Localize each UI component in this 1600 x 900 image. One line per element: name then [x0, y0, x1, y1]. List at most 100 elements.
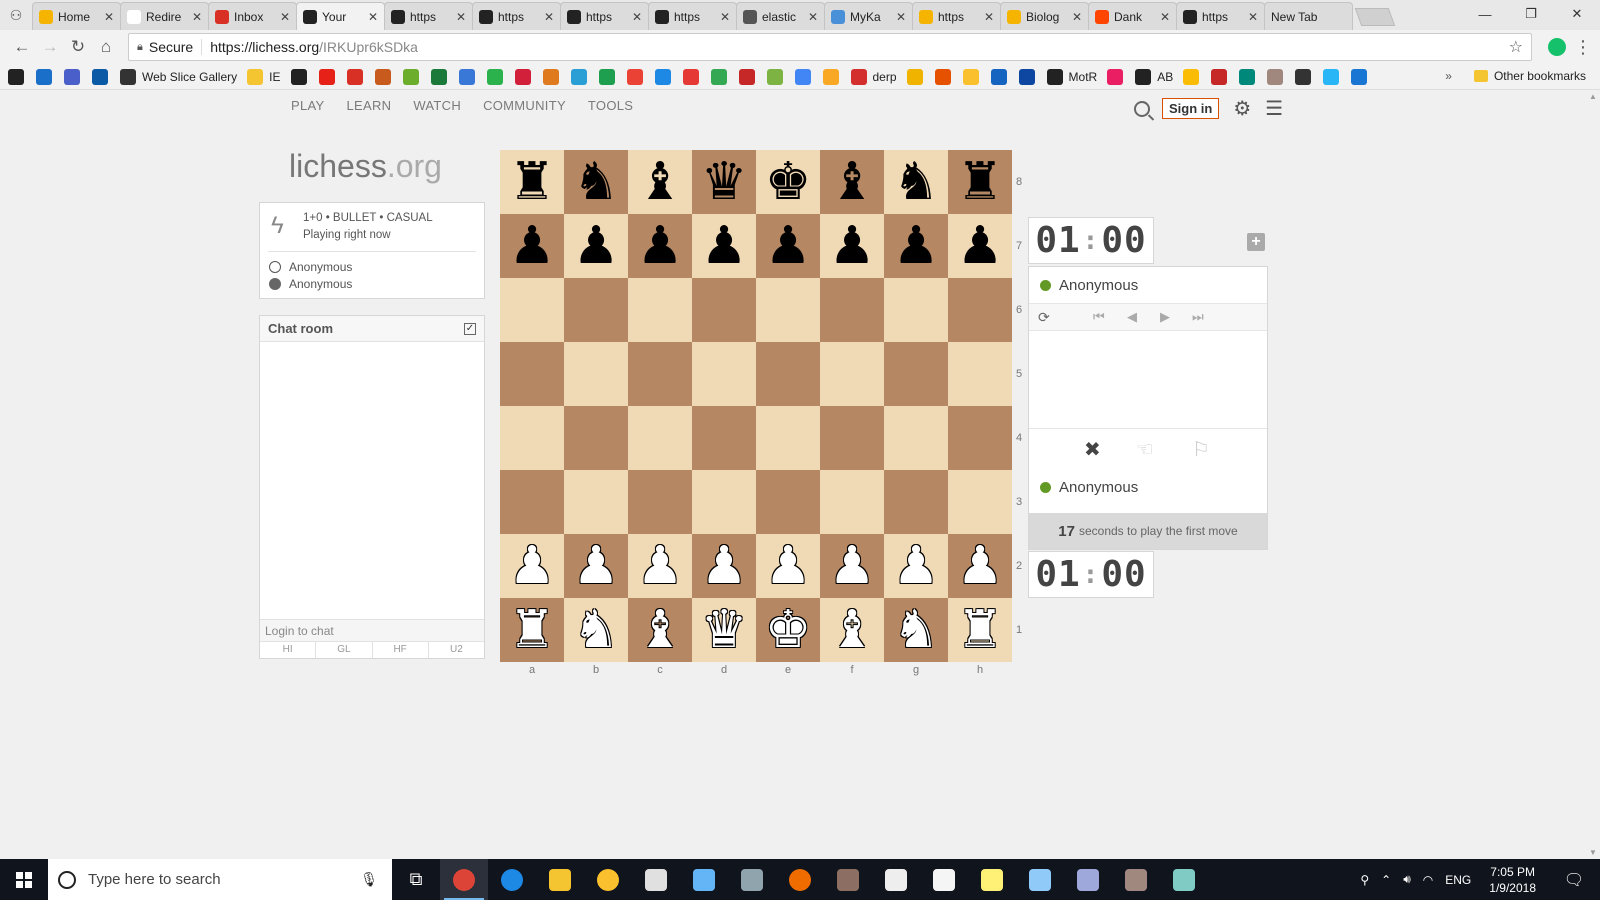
- black-bishop-icon[interactable]: ♝: [637, 156, 684, 208]
- calculator-taskbar-icon[interactable]: [872, 859, 920, 900]
- other-bookmarks[interactable]: Other bookmarks: [1494, 69, 1586, 83]
- firefox-taskbar-icon[interactable]: [776, 859, 824, 900]
- black-bishop-icon[interactable]: ♝: [829, 156, 876, 208]
- square-c1[interactable]: ♝: [628, 598, 692, 662]
- bookmark-icon[interactable]: [1239, 68, 1256, 85]
- black-rook-icon[interactable]: ♜: [957, 156, 1004, 208]
- youtube-bookmark-icon[interactable]: [318, 68, 335, 85]
- browser-menu-icon[interactable]: ⋮: [1574, 37, 1592, 58]
- square-b4[interactable]: [564, 406, 628, 470]
- square-g8[interactable]: ♞: [884, 150, 948, 214]
- black-pawn-icon[interactable]: ♟: [509, 220, 556, 272]
- square-b8[interactable]: ♞: [564, 150, 628, 214]
- chrome-taskbar-icon[interactable]: [440, 859, 488, 900]
- square-b7[interactable]: ♟: [564, 214, 628, 278]
- close-tab-icon[interactable]: ✕: [896, 10, 906, 24]
- close-tab-icon[interactable]: ✕: [280, 10, 290, 24]
- square-c3[interactable]: [628, 470, 692, 534]
- volume-icon[interactable]: 🔊︎: [1403, 872, 1411, 887]
- square-a1[interactable]: ♜: [500, 598, 564, 662]
- abort-game-icon[interactable]: ✖: [1084, 437, 1101, 462]
- square-b3[interactable]: [564, 470, 628, 534]
- chat-input[interactable]: Login to chat: [260, 619, 484, 641]
- start-button[interactable]: [0, 859, 48, 900]
- square-c2[interactable]: ♟: [628, 534, 692, 598]
- square-d2[interactable]: ♟: [692, 534, 756, 598]
- nav-tools[interactable]: TOOLS: [588, 98, 633, 113]
- white-king-icon[interactable]: ♚: [765, 604, 812, 656]
- photos-taskbar-icon[interactable]: [1064, 859, 1112, 900]
- square-h8[interactable]: ♜: [948, 150, 1012, 214]
- flip-board-icon[interactable]: ⟳: [1038, 309, 1050, 326]
- bookmark-icon[interactable]: [934, 68, 951, 85]
- store-taskbar-icon[interactable]: [632, 859, 680, 900]
- resign-flag-icon[interactable]: ⚐: [1192, 437, 1210, 462]
- white-pawn-icon[interactable]: ♟: [637, 540, 684, 592]
- new-tab-button[interactable]: [1354, 8, 1396, 26]
- white-pawn-icon[interactable]: ♟: [829, 540, 876, 592]
- square-f6[interactable]: [820, 278, 884, 342]
- square-e2[interactable]: ♟: [756, 534, 820, 598]
- square-c8[interactable]: ♝: [628, 150, 692, 214]
- square-h1[interactable]: ♜: [948, 598, 1012, 662]
- square-a5[interactable]: [500, 342, 564, 406]
- file-explorer-taskbar-icon[interactable]: [536, 859, 584, 900]
- bookmark-icon[interactable]: [822, 68, 839, 85]
- app-taskbar-icon[interactable]: [1112, 859, 1160, 900]
- black-king-icon[interactable]: ♚: [765, 156, 812, 208]
- square-a8[interactable]: ♜: [500, 150, 564, 214]
- app-taskbar-icon[interactable]: [824, 859, 872, 900]
- square-c7[interactable]: ♟: [628, 214, 692, 278]
- square-c6[interactable]: [628, 278, 692, 342]
- square-a6[interactable]: [500, 278, 564, 342]
- search-icon[interactable]: [1134, 100, 1150, 117]
- square-b5[interactable]: [564, 342, 628, 406]
- gmail-bookmark-icon[interactable]: [346, 68, 363, 85]
- first-move-icon[interactable]: ⏮: [1093, 309, 1105, 325]
- white-pawn-icon[interactable]: ♟: [573, 540, 620, 592]
- white-queen-icon[interactable]: ♛: [701, 604, 748, 656]
- white-bishop-icon[interactable]: ♝: [637, 604, 684, 656]
- home-icon[interactable]: ⌂: [92, 33, 120, 61]
- microphone-icon[interactable]: 🎙︎: [360, 871, 378, 888]
- calculator-app-taskbar-icon[interactable]: [728, 859, 776, 900]
- close-tab-icon[interactable]: ✕: [192, 10, 202, 24]
- black-knight-icon[interactable]: ♞: [573, 156, 620, 208]
- black-pawn-icon[interactable]: ♟: [701, 220, 748, 272]
- square-d8[interactable]: ♛: [692, 150, 756, 214]
- bookmark-ie[interactable]: IE: [247, 68, 281, 85]
- browser-tab[interactable]: elastic ✕: [736, 2, 825, 30]
- square-e4[interactable]: [756, 406, 820, 470]
- reload-icon[interactable]: ↻: [64, 33, 92, 61]
- app-taskbar-icon[interactable]: [1160, 859, 1208, 900]
- close-tab-icon[interactable]: ✕: [1160, 10, 1170, 24]
- forward-icon[interactable]: →: [36, 33, 64, 61]
- square-f2[interactable]: ♟: [820, 534, 884, 598]
- square-g5[interactable]: [884, 342, 948, 406]
- browser-tab[interactable]: Biolog ✕: [1000, 2, 1089, 30]
- bookmark-icon[interactable]: [64, 68, 80, 85]
- bookmark-icon[interactable]: [738, 68, 755, 85]
- bookmark-derp[interactable]: derp: [850, 68, 897, 85]
- square-g4[interactable]: [884, 406, 948, 470]
- close-tab-icon[interactable]: ✕: [368, 10, 378, 24]
- gear-icon[interactable]: ⚙: [1233, 96, 1251, 121]
- chat-preset-gl[interactable]: GL: [316, 642, 373, 658]
- bookmark-icon[interactable]: [486, 68, 503, 85]
- chat-preset-hi[interactable]: HI: [260, 642, 317, 658]
- square-g2[interactable]: ♟: [884, 534, 948, 598]
- black-pawn-icon[interactable]: ♟: [829, 220, 876, 272]
- black-pawn-icon[interactable]: ♟: [957, 220, 1004, 272]
- white-rook-icon[interactable]: ♜: [957, 604, 1004, 656]
- minimize-icon[interactable]: —: [1462, 0, 1508, 28]
- square-e7[interactable]: ♟: [756, 214, 820, 278]
- bookmark-web-slice-gallery[interactable]: Web Slice Gallery: [120, 68, 237, 85]
- back-icon[interactable]: ←: [8, 33, 36, 61]
- bookmark-icon[interactable]: [514, 68, 531, 85]
- browser-tab[interactable]: https ✕: [560, 2, 649, 30]
- bookmark-icon[interactable]: [654, 68, 671, 85]
- browser-tab[interactable]: Your ✕: [296, 2, 385, 30]
- bookmark-icon[interactable]: [374, 68, 391, 85]
- square-a4[interactable]: [500, 406, 564, 470]
- square-d7[interactable]: ♟: [692, 214, 756, 278]
